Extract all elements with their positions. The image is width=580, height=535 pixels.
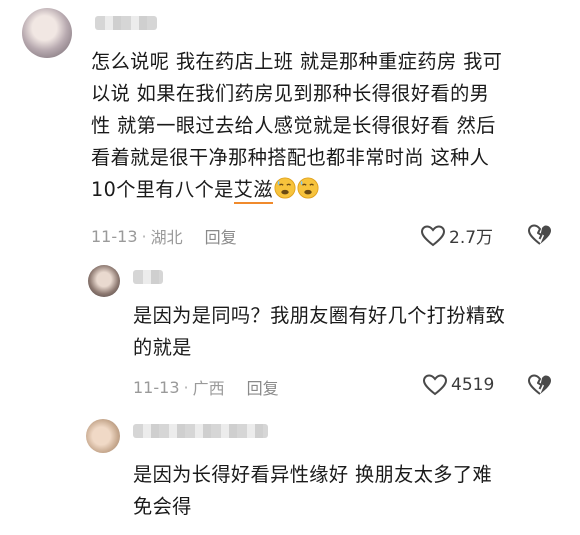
comment-text: 是因为长得好看异性缘好 换朋友太多了难 免会得 — [133, 459, 563, 523]
comment-date: 11-13 — [91, 226, 138, 246]
username-blurred[interactable] — [133, 270, 163, 284]
comment-line: 是因为长得好看异性缘好 换朋友太多了难 — [133, 463, 493, 486]
broken-heart-icon — [528, 224, 551, 245]
like-count: 2.7万 — [449, 228, 494, 248]
like-button[interactable]: 4519 — [422, 373, 494, 397]
dislike-button[interactable] — [527, 223, 553, 247]
comment-line: 怎么说呢 我在药店上班 就是那种重症药房 我可 — [91, 50, 503, 73]
heart-icon — [422, 374, 448, 396]
username-blurred[interactable] — [133, 424, 268, 438]
comment-text: 怎么说呢 我在药店上班 就是那种重症药房 我可 以说 如果在我们药房见到那种长得… — [91, 46, 571, 206]
avatar[interactable] — [88, 265, 120, 297]
comment-meta: 11-13 · 湖北 回复 — [91, 224, 237, 248]
comment-line: 看着就是很干净那种搭配也都非常时尚 这种人 — [91, 146, 490, 169]
broken-heart-icon — [528, 374, 551, 395]
meta-separator: · — [141, 226, 147, 246]
reply-button[interactable]: 回复 — [247, 375, 279, 399]
comment-date: 11-13 — [133, 377, 180, 397]
avatar[interactable] — [22, 8, 72, 58]
comment-location: 湖北 — [150, 228, 183, 247]
reply-button[interactable]: 回复 — [205, 224, 237, 248]
comment-line: 性 就第一眼过去给人感觉就是长得很好看 然后 — [91, 114, 496, 137]
cold-sweat-emoji — [274, 177, 296, 199]
heart-icon — [420, 224, 446, 246]
avatar[interactable] — [86, 419, 120, 453]
comment-line: 10个里有八个是艾滋 — [91, 174, 571, 206]
like-count: 4519 — [451, 375, 495, 395]
like-button[interactable]: 2.7万 — [420, 223, 493, 248]
keyword-link[interactable]: 艾滋 — [233, 174, 274, 206]
username-blurred[interactable] — [95, 16, 157, 30]
comment-text: 是因为是同吗？我朋友圈有好几个打扮精致 的就是 — [133, 300, 563, 364]
comment-line: 以说 如果在我们药房见到那种长得很好看的男 — [91, 82, 490, 105]
comment-line: 是因为是同吗？我朋友圈有好几个打扮精致 — [133, 304, 506, 327]
cold-sweat-emoji — [297, 177, 319, 199]
comment-line: 免会得 — [133, 495, 192, 518]
comment-line: 的就是 — [133, 336, 192, 359]
meta-separator: · — [183, 377, 189, 397]
comment-line-prefix: 10个里有八个是 — [91, 178, 234, 201]
comment-location: 广西 — [192, 379, 225, 398]
comment-meta: 11-13 · 广西 回复 — [133, 375, 279, 399]
dislike-button[interactable] — [527, 373, 553, 397]
